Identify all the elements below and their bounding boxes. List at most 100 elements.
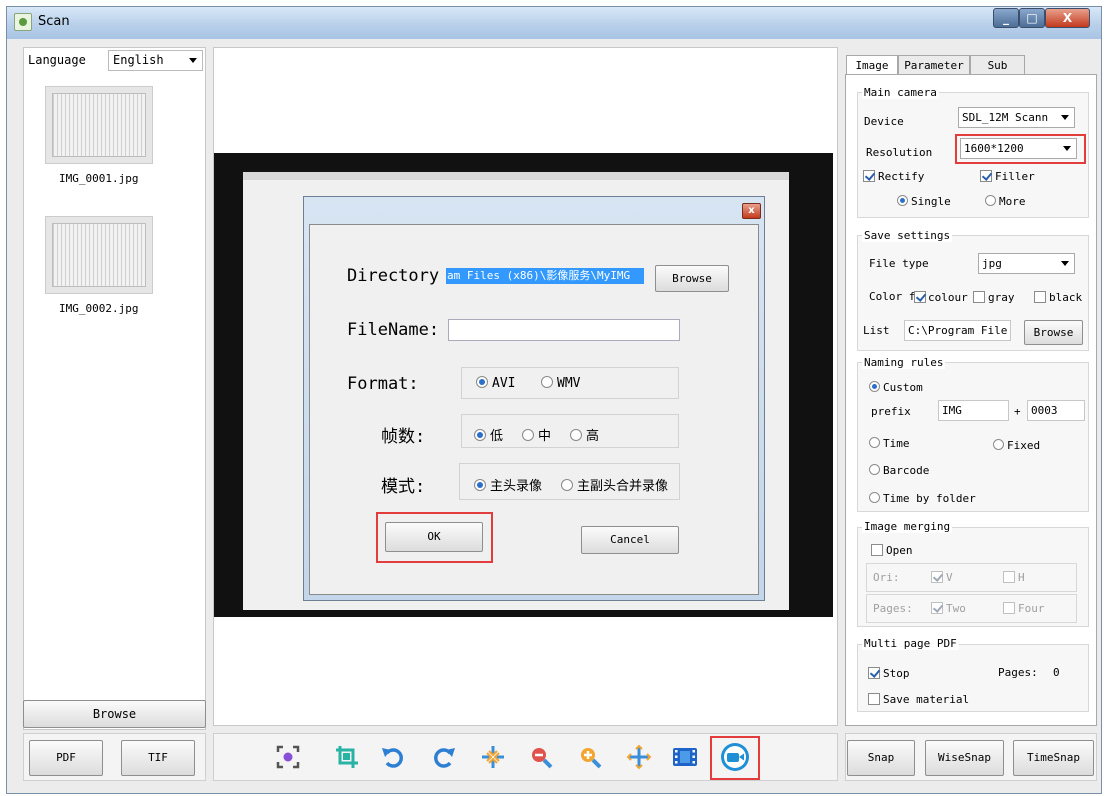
dialog-close-button[interactable]: x bbox=[742, 203, 761, 219]
rotate-left-icon[interactable] bbox=[380, 744, 406, 770]
radio-selected-icon bbox=[897, 195, 908, 206]
list-label: List bbox=[863, 324, 890, 337]
filetype-label: File type bbox=[869, 257, 929, 270]
radio-icon bbox=[993, 439, 1004, 450]
mode-label: 模式: bbox=[381, 477, 426, 497]
thumbnail-label: IMG_0002.jpg bbox=[59, 302, 139, 315]
expand-icon[interactable] bbox=[626, 744, 652, 770]
gray-checkbox[interactable]: gray bbox=[973, 290, 1015, 304]
radio-icon bbox=[869, 464, 880, 475]
save-settings-title: Save settings bbox=[862, 229, 953, 242]
radio-selected-icon bbox=[474, 479, 486, 491]
open-checkbox[interactable]: Open bbox=[871, 543, 913, 557]
merge-pages-label: Pages: bbox=[873, 602, 913, 615]
ori-label: Ori: bbox=[873, 571, 900, 584]
snap-button[interactable]: Snap bbox=[847, 740, 915, 776]
device-select[interactable]: SDL_12M Scann bbox=[958, 107, 1075, 128]
resolution-select[interactable]: 1600*1200 bbox=[960, 138, 1077, 159]
fixed-radio[interactable]: Fixed bbox=[993, 438, 1040, 452]
maximize-button[interactable]: □ bbox=[1019, 8, 1045, 28]
ok-button[interactable]: OK bbox=[385, 522, 483, 552]
rectify-checkbox[interactable]: Rectify bbox=[863, 169, 924, 183]
window-title: Scan bbox=[38, 14, 70, 29]
four-checkbox[interactable]: Four bbox=[1003, 601, 1045, 615]
format-option-wmv[interactable]: WMV bbox=[541, 376, 592, 391]
pdf-pages-value: 0 bbox=[1053, 666, 1060, 679]
rotate-right-icon[interactable] bbox=[431, 744, 457, 770]
minimize-button[interactable]: _ bbox=[993, 8, 1019, 28]
radio-selected-icon bbox=[476, 376, 488, 388]
crop-icon[interactable] bbox=[334, 744, 360, 770]
resolution-label: Resolution bbox=[866, 146, 933, 159]
pdf-button[interactable]: PDF bbox=[29, 740, 103, 776]
cancel-button[interactable]: Cancel bbox=[581, 526, 679, 554]
film-icon[interactable] bbox=[672, 744, 698, 770]
filler-checkbox[interactable]: Filler bbox=[980, 169, 1035, 183]
video-record-icon[interactable] bbox=[719, 741, 751, 773]
checkbox-icon bbox=[1034, 291, 1046, 303]
list-path-field[interactable]: C:\Program File bbox=[904, 320, 1011, 341]
wisesnap-button[interactable]: WiseSnap bbox=[925, 740, 1004, 776]
format-label: Format: bbox=[347, 374, 419, 394]
directory-value: am Files (x86)\影像服务\MyIMG bbox=[446, 268, 644, 284]
format-option-avi[interactable]: AVI bbox=[476, 376, 527, 391]
timesnap-button[interactable]: TimeSnap bbox=[1013, 740, 1094, 776]
stop-checkbox[interactable]: Stop bbox=[868, 666, 910, 680]
zoom-out-icon[interactable] bbox=[528, 744, 554, 770]
chevron-down-icon bbox=[1061, 261, 1069, 266]
device-label: Device bbox=[864, 115, 904, 128]
app-icon bbox=[14, 13, 32, 31]
directory-field[interactable]: am Files (x86)\影像服务\MyIMG bbox=[446, 266, 646, 288]
time-radio[interactable]: Time bbox=[869, 436, 910, 450]
colour-checkbox[interactable]: colour bbox=[914, 290, 968, 304]
mode-option-merged[interactable]: 主副头合并录像 bbox=[561, 475, 668, 494]
main-camera-title: Main camera bbox=[862, 86, 939, 99]
left-browse-button[interactable]: Browse bbox=[23, 700, 206, 728]
mode-option-main[interactable]: 主头录像 bbox=[474, 475, 554, 494]
radio-icon bbox=[570, 429, 582, 441]
checkbox-icon bbox=[868, 693, 880, 705]
tif-button[interactable]: TIF bbox=[121, 740, 195, 776]
time-by-folder-radio[interactable]: Time by folder bbox=[869, 491, 976, 505]
device-value: SDL_12M Scann bbox=[962, 111, 1049, 124]
tab-sub[interactable]: Sub bbox=[970, 55, 1025, 76]
fps-option-low[interactable]: 低 bbox=[474, 425, 515, 444]
single-radio[interactable]: Single bbox=[897, 194, 951, 208]
prefix-label: prefix bbox=[871, 405, 911, 418]
document-edge bbox=[243, 172, 789, 180]
filename-input[interactable] bbox=[448, 319, 680, 341]
filetype-select[interactable]: jpg bbox=[978, 253, 1075, 274]
shrink-icon[interactable] bbox=[480, 744, 506, 770]
checkbox-checked-icon bbox=[931, 602, 943, 614]
fps-option-high[interactable]: 高 bbox=[570, 425, 611, 444]
thumbnail-image[interactable] bbox=[45, 216, 153, 294]
radio-icon bbox=[561, 479, 573, 491]
focus-icon[interactable] bbox=[275, 744, 301, 770]
more-radio[interactable]: More bbox=[985, 194, 1026, 208]
barcode-radio[interactable]: Barcode bbox=[869, 463, 929, 477]
two-checkbox[interactable]: Two bbox=[931, 601, 966, 615]
plus-label: + bbox=[1014, 405, 1021, 418]
custom-radio[interactable]: Custom bbox=[869, 380, 923, 394]
prefix-input[interactable]: IMG bbox=[938, 400, 1009, 421]
h-checkbox[interactable]: H bbox=[1003, 570, 1025, 584]
language-select[interactable]: English bbox=[108, 50, 203, 71]
zoom-in-icon[interactable] bbox=[577, 744, 603, 770]
close-button[interactable]: X bbox=[1045, 8, 1090, 28]
v-checkbox[interactable]: V bbox=[931, 570, 953, 584]
number-input[interactable]: 0003 bbox=[1027, 400, 1085, 421]
chevron-down-icon bbox=[189, 58, 197, 63]
thumbnail-label: IMG_0001.jpg bbox=[59, 172, 139, 185]
tab-parameter[interactable]: Parameter bbox=[898, 55, 970, 76]
radio-selected-icon bbox=[474, 429, 486, 441]
checkbox-icon bbox=[1003, 602, 1015, 614]
dialog-browse-button[interactable]: Browse bbox=[655, 265, 729, 292]
directory-label: Directory bbox=[347, 266, 440, 286]
fps-option-mid[interactable]: 中 bbox=[522, 425, 563, 444]
checkbox-checked-icon bbox=[863, 170, 875, 182]
save-material-checkbox[interactable]: Save material bbox=[868, 692, 969, 706]
black-checkbox[interactable]: black bbox=[1034, 290, 1090, 304]
save-browse-button[interactable]: Browse bbox=[1024, 320, 1083, 345]
thumbnail-image[interactable] bbox=[45, 86, 153, 164]
checkbox-checked-icon bbox=[868, 667, 880, 679]
